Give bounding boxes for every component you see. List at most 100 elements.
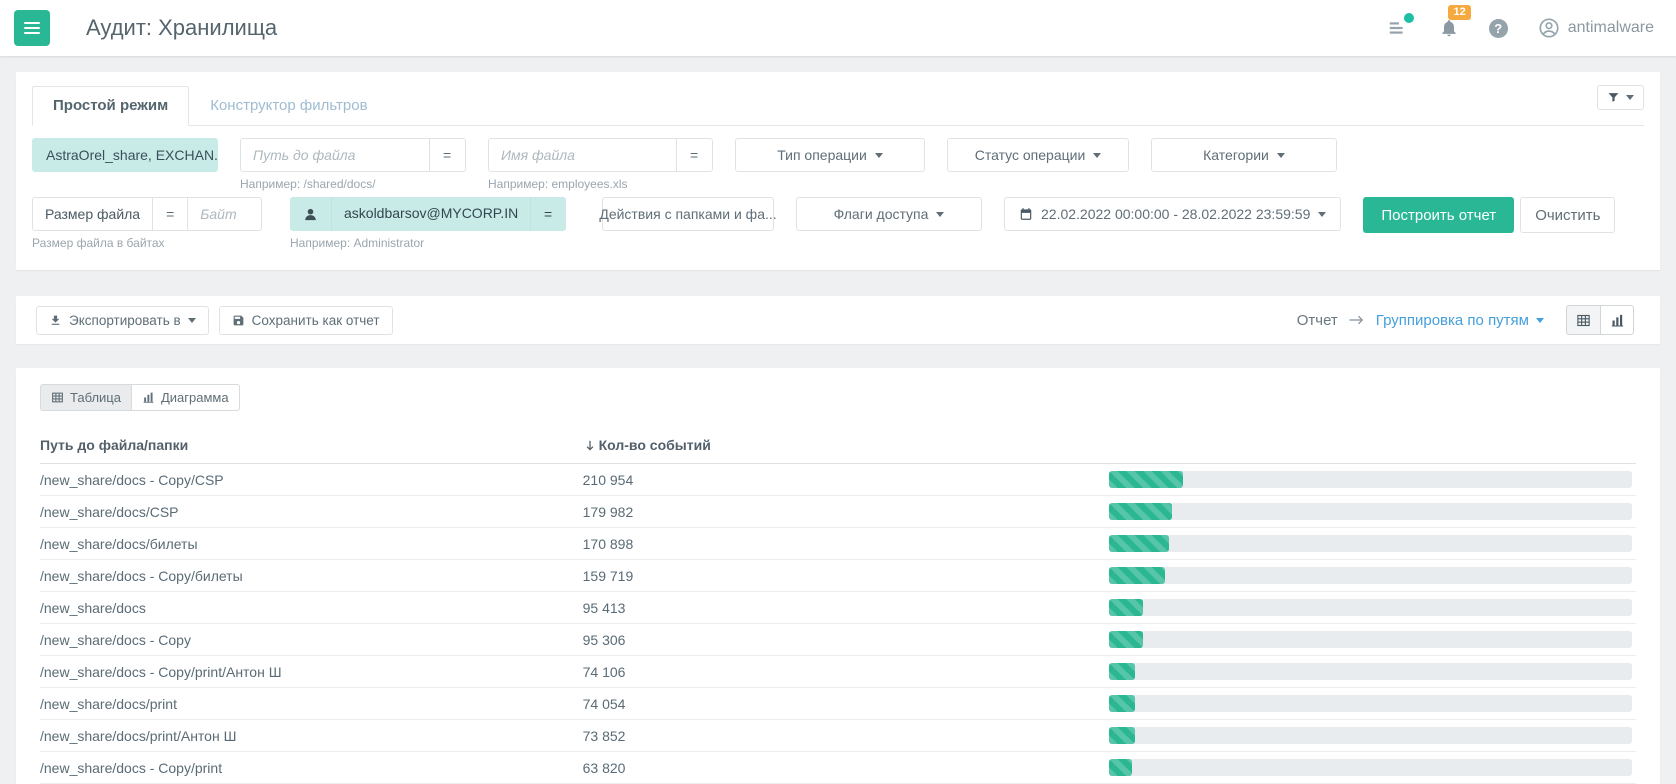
funnel-icon <box>1607 91 1620 104</box>
app-header: Аудит: Хранилища 12 ? antimalware <box>0 0 1676 56</box>
caret-down-icon <box>875 153 883 158</box>
caret-down-icon <box>936 212 944 217</box>
file-name-hint: Например: employees.xls <box>488 177 713 191</box>
table-row[interactable]: /new_share/docs 95 413 <box>40 592 1636 624</box>
table-row[interactable]: /new_share/docs/билеты 170 898 <box>40 528 1636 560</box>
chart-view-toggle[interactable] <box>1600 305 1634 335</box>
view-chart-button[interactable]: Диаграмма <box>131 384 240 411</box>
sort-desc-icon <box>583 438 597 453</box>
row-bar <box>1109 631 1636 648</box>
bar-track <box>1109 535 1632 552</box>
tab-filter-constructor[interactable]: Конструктор фильтров <box>189 86 388 126</box>
menu-toggle-button[interactable] <box>14 10 50 46</box>
save-icon <box>232 314 245 327</box>
row-path: /new_share/docs/print <box>40 696 583 712</box>
status-dot-badge <box>1404 13 1414 23</box>
table-row[interactable]: /new_share/docs/print 74 054 <box>40 688 1636 720</box>
bar-fill <box>1109 759 1131 776</box>
table-chart-switch: Таблица Диаграмма <box>40 384 1636 411</box>
arrow-right-icon <box>1348 313 1366 327</box>
filter-row-2: Размер файла = Размер файла в байтах = Н… <box>32 197 1644 250</box>
row-count: 73 852 <box>583 728 1110 744</box>
reports-queue-icon[interactable] <box>1387 17 1409 39</box>
caret-down-icon <box>1277 153 1285 158</box>
operation-type-dropdown[interactable]: Тип операции <box>735 138 925 172</box>
table-row[interactable]: /new_share/docs/print/Антон Ш 73 852 <box>40 720 1636 752</box>
row-count: 63 820 <box>583 760 1110 776</box>
bar-chart-icon <box>142 391 155 404</box>
caret-down-icon <box>1626 95 1634 100</box>
bar-fill <box>1109 695 1135 712</box>
bar-track <box>1109 759 1632 776</box>
storage-filter-chip[interactable]: AstraOrel_share, EXCHAN... <box>32 138 218 172</box>
notifications-bell-icon[interactable]: 12 <box>1439 17 1459 39</box>
calendar-icon <box>1019 207 1033 221</box>
table-icon <box>1576 313 1591 328</box>
table-body: /new_share/docs - Copy/CSP 210 954 /new_… <box>40 464 1636 784</box>
user-filter-input[interactable] <box>332 197 530 229</box>
filter-panel: Простой режим Конструктор фильтров Astra… <box>16 72 1660 270</box>
operation-status-dropdown[interactable]: Статус операции <box>947 138 1129 172</box>
page-title: Аудит: Хранилища <box>86 15 277 41</box>
bar-fill <box>1109 503 1172 520</box>
table-view-toggle[interactable] <box>1566 305 1600 335</box>
grouping-dropdown-link[interactable]: Группировка по путям <box>1376 312 1544 329</box>
filter-settings-button[interactable] <box>1597 85 1644 110</box>
user-menu[interactable]: antimalware <box>1538 17 1654 39</box>
date-range-value: 22.02.2022 00:00:00 - 28.02.2022 23:59:5… <box>1041 206 1310 222</box>
view-toggle-group <box>1566 305 1634 335</box>
file-path-operator[interactable]: = <box>429 139 464 171</box>
categories-dropdown[interactable]: Категории <box>1151 138 1337 172</box>
bar-fill <box>1109 535 1169 552</box>
report-toolbar: Экспортировать в Сохранить как отчет Отч… <box>16 296 1660 344</box>
filter-mode-tabs: Простой режим Конструктор фильтров <box>32 86 1644 126</box>
row-path: /new_share/docs <box>40 600 583 616</box>
table-row[interactable]: /new_share/docs - Copy/билеты 159 719 <box>40 560 1636 592</box>
table-row[interactable]: /new_share/docs - Copy/print 63 820 <box>40 752 1636 784</box>
build-report-button[interactable]: Построить отчет <box>1363 197 1514 233</box>
row-bar <box>1109 567 1636 584</box>
bar-track <box>1109 695 1632 712</box>
bar-fill <box>1109 471 1183 488</box>
export-dropdown-button[interactable]: Экспортировать в <box>36 306 209 335</box>
file-path-input[interactable] <box>241 139 429 171</box>
file-name-input[interactable] <box>489 139 676 171</box>
date-range-picker[interactable]: 22.02.2022 00:00:00 - 28.02.2022 23:59:5… <box>1004 197 1341 231</box>
access-flags-dropdown[interactable]: Флаги доступа <box>796 197 982 231</box>
folder-actions-dropdown[interactable]: Действия с папками и фа... <box>602 197 774 231</box>
save-as-report-button[interactable]: Сохранить как отчет <box>219 306 393 335</box>
bar-track <box>1109 567 1632 584</box>
row-path: /new_share/docs - Copy/CSP <box>40 472 583 488</box>
row-path: /new_share/docs - Copy/билеты <box>40 568 583 584</box>
table-row[interactable]: /new_share/docs/CSP 179 982 <box>40 496 1636 528</box>
file-name-operator[interactable]: = <box>676 139 711 171</box>
user-filter-operator[interactable]: = <box>530 197 565 231</box>
tab-simple-mode[interactable]: Простой режим <box>32 86 189 126</box>
clear-button[interactable]: Очистить <box>1520 197 1615 233</box>
row-count: 95 306 <box>583 632 1110 648</box>
file-size-label: Размер файла <box>33 198 153 230</box>
notification-count-badge: 12 <box>1448 5 1470 20</box>
table-row[interactable]: /new_share/docs - Copy 95 306 <box>40 624 1636 656</box>
row-count: 179 982 <box>583 504 1110 520</box>
report-content: Таблица Диаграмма Путь до файла/папки Ко… <box>16 368 1660 784</box>
file-size-input[interactable] <box>187 198 261 230</box>
table-row[interactable]: /new_share/docs - Copy/CSP 210 954 <box>40 464 1636 496</box>
row-bar <box>1109 599 1636 616</box>
row-bar <box>1109 695 1636 712</box>
bar-track <box>1109 631 1632 648</box>
row-bar <box>1109 727 1636 744</box>
row-bar <box>1109 759 1636 776</box>
file-size-operator[interactable]: = <box>153 198 187 230</box>
bar-track <box>1109 727 1632 744</box>
help-icon[interactable]: ? <box>1489 19 1508 38</box>
user-icon <box>1538 17 1560 39</box>
bar-track <box>1109 503 1632 520</box>
view-table-button[interactable]: Таблица <box>40 384 131 411</box>
caret-down-icon <box>1093 153 1101 158</box>
header-actions: 12 ? antimalware <box>1387 17 1654 39</box>
column-header-count[interactable]: Кол-во событий <box>583 437 1110 453</box>
column-header-path: Путь до файла/папки <box>40 437 583 453</box>
table-row[interactable]: /new_share/docs - Copy/print/Антон Ш 74 … <box>40 656 1636 688</box>
report-label: Отчет <box>1297 312 1338 329</box>
